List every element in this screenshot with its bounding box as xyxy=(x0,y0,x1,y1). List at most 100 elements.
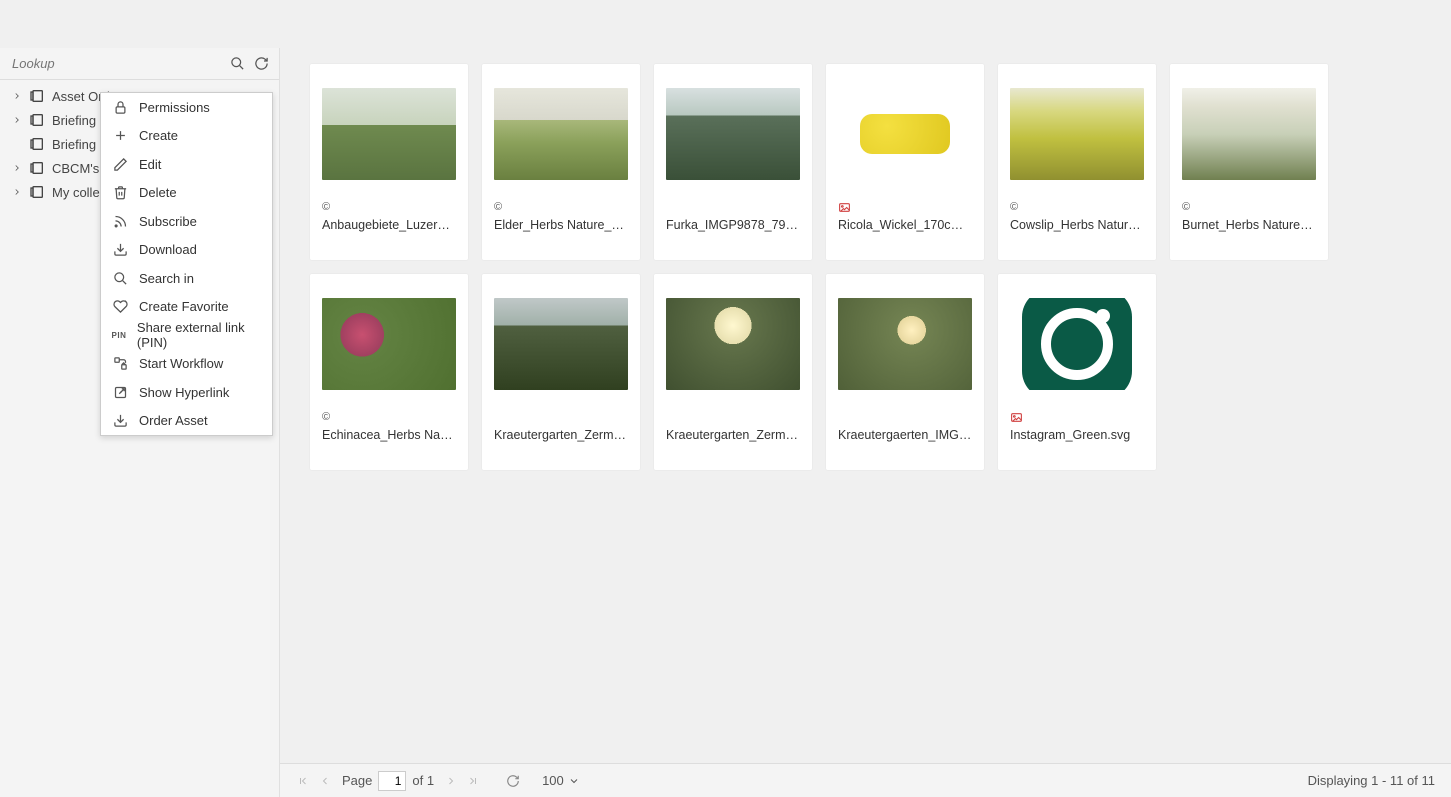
menu-item-label: Search in xyxy=(139,271,194,286)
asset-title: Burnet_Herbs Nature_RG... xyxy=(1182,218,1316,232)
asset-card[interactable]: Furka_IMGP9878_79_Ko... xyxy=(654,64,812,260)
thumbnail xyxy=(838,88,972,180)
card-meta: © Cowslip_Herbs Nature_R... xyxy=(998,194,1156,240)
download-icon xyxy=(111,241,129,259)
card-meta: © Elder_Herbs Nature_RGB.... xyxy=(482,194,640,240)
menu-item[interactable]: Subscribe xyxy=(101,207,272,236)
asset-card[interactable]: © Burnet_Herbs Nature_RG... xyxy=(1170,64,1328,260)
menu-item[interactable]: Show Hyperlink xyxy=(101,378,272,407)
asset-card[interactable]: © Anbaugebiete_Luzerner_... xyxy=(310,64,468,260)
chevron-right-icon[interactable] xyxy=(10,89,24,103)
search-input[interactable] xyxy=(6,52,225,75)
menu-item[interactable]: Edit xyxy=(101,150,272,179)
asset-title: Echinacea_Herbs Nature_... xyxy=(322,428,456,442)
menu-item[interactable]: Create xyxy=(101,122,272,151)
pagination-bar: Page of 1 100 Displaying 1 - 11 of 11 xyxy=(280,763,1451,797)
asset-card[interactable]: © Cowslip_Herbs Nature_R... xyxy=(998,64,1156,260)
card-meta: © Burnet_Herbs Nature_RG... xyxy=(1170,194,1328,240)
asset-type-icon xyxy=(838,201,851,214)
thumbnail-wrap xyxy=(482,274,640,404)
menu-item[interactable]: Start Workflow xyxy=(101,350,272,379)
menu-item[interactable]: Search in xyxy=(101,264,272,293)
thumbnail xyxy=(1182,88,1316,180)
thumbnail xyxy=(494,298,628,390)
thumbnail-wrap xyxy=(310,64,468,194)
badge-row: © xyxy=(1010,198,1144,216)
menu-item-label: Download xyxy=(139,242,197,257)
next-page-button[interactable] xyxy=(440,770,462,792)
pin-icon: PIN xyxy=(111,326,127,344)
thumbnail-wrap xyxy=(1170,64,1328,194)
menu-item-label: Share external link (PIN) xyxy=(137,320,262,350)
asset-title: Furka_IMGP9878_79_Ko... xyxy=(666,218,800,232)
asset-card[interactable]: Instagram_Green.svg xyxy=(998,274,1156,470)
menu-item[interactable]: PIN Share external link (PIN) xyxy=(101,321,272,350)
collection-icon xyxy=(28,135,46,153)
copyright-icon: © xyxy=(1010,201,1018,213)
card-meta: © Anbaugebiete_Luzerner_... xyxy=(310,194,468,240)
badge-row xyxy=(666,408,800,426)
collection-icon xyxy=(28,183,46,201)
heart-icon xyxy=(111,298,129,316)
thumbnail-wrap xyxy=(998,274,1156,404)
menu-item-label: Order Asset xyxy=(139,413,208,428)
reload-button[interactable] xyxy=(502,770,524,792)
trash-icon xyxy=(111,184,129,202)
asset-title: Kraeutergaerten_IMGP31... xyxy=(838,428,972,442)
menu-item[interactable]: Download xyxy=(101,236,272,265)
chevron-right-icon[interactable] xyxy=(10,113,24,127)
asset-card[interactable]: Kraeutergarten_Zermatt_... xyxy=(482,274,640,470)
copyright-icon: © xyxy=(322,411,330,423)
copyright-icon: © xyxy=(322,201,330,213)
chevron-right-icon[interactable] xyxy=(10,185,24,199)
menu-item[interactable]: Order Asset xyxy=(101,407,272,436)
rss-icon xyxy=(111,212,129,230)
menu-item[interactable]: Permissions xyxy=(101,93,272,122)
search-icon[interactable] xyxy=(225,52,249,76)
card-meta: Kraeutergarten_Zermatt_... xyxy=(654,404,812,450)
badge-row xyxy=(838,198,972,216)
first-page-button[interactable] xyxy=(292,770,314,792)
page-size-value: 100 xyxy=(542,773,564,788)
asset-title: Kraeutergarten_Zermatt_... xyxy=(494,428,628,442)
collection-icon xyxy=(28,159,46,177)
asset-type-icon xyxy=(1010,411,1023,424)
asset-card[interactable]: © Echinacea_Herbs Nature_... xyxy=(310,274,468,470)
thumbnail-wrap xyxy=(998,64,1156,194)
menu-item[interactable]: Create Favorite xyxy=(101,293,272,322)
menu-item-label: Start Workflow xyxy=(139,356,223,371)
thumbnail-wrap xyxy=(826,64,984,194)
asset-card[interactable]: Ricola_Wickel_170cm_RG... xyxy=(826,64,984,260)
chevron-right-icon[interactable] xyxy=(10,161,24,175)
copyright-icon: © xyxy=(494,201,502,213)
collection-icon xyxy=(28,87,46,105)
asset-title: Elder_Herbs Nature_RGB.... xyxy=(494,218,628,232)
collection-icon xyxy=(28,111,46,129)
thumbnail-wrap xyxy=(310,274,468,404)
instagram-icon xyxy=(1022,298,1132,390)
page-size-select[interactable]: 100 xyxy=(542,773,580,788)
prev-page-button[interactable] xyxy=(314,770,336,792)
menu-item-label: Edit xyxy=(139,157,161,172)
thumbnail xyxy=(322,298,456,390)
badge-row xyxy=(494,408,628,426)
last-page-button[interactable] xyxy=(462,770,484,792)
page-label: Page xyxy=(342,773,372,788)
asset-title: Anbaugebiete_Luzerner_... xyxy=(322,218,456,232)
download-icon xyxy=(111,412,129,430)
thumbnail xyxy=(1010,88,1144,180)
grid-scroll[interactable]: © Anbaugebiete_Luzerner_... © Elder_Herb… xyxy=(280,48,1451,763)
thumbnail-wrap xyxy=(654,64,812,194)
hyperlink-icon xyxy=(111,383,129,401)
page-input[interactable] xyxy=(378,771,406,791)
asset-title: Kraeutergarten_Zermatt_... xyxy=(666,428,800,442)
asset-card[interactable]: Kraeutergaerten_IMGP31... xyxy=(826,274,984,470)
menu-item-label: Permissions xyxy=(139,100,210,115)
badge-row: © xyxy=(1182,198,1316,216)
asset-card[interactable]: Kraeutergarten_Zermatt_... xyxy=(654,274,812,470)
refresh-icon[interactable] xyxy=(249,52,273,76)
lock-icon xyxy=(111,98,129,116)
thumbnail xyxy=(322,88,456,180)
asset-card[interactable]: © Elder_Herbs Nature_RGB.... xyxy=(482,64,640,260)
menu-item[interactable]: Delete xyxy=(101,179,272,208)
